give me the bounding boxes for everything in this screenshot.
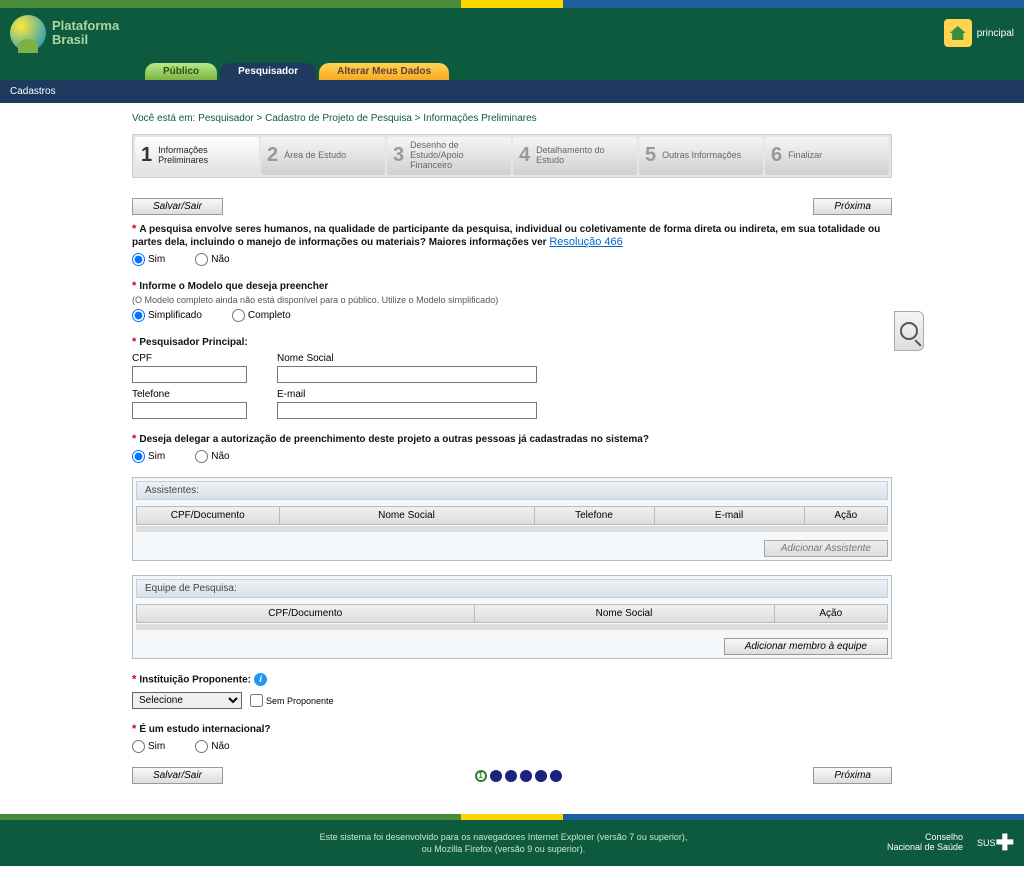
proxima-button-bottom[interactable]: Próxima (813, 767, 892, 784)
step-3[interactable]: 3Desenho de Estudo/Apoio Financeiro (387, 137, 511, 175)
resolucao-link[interactable]: Resolução 466 (549, 236, 622, 248)
pager-step-4[interactable] (520, 770, 532, 782)
top-stripe (0, 0, 1024, 8)
add-equipe-button[interactable]: Adicionar membro à equipe (724, 638, 888, 655)
subnav-cadastros[interactable]: Cadastros (0, 80, 1024, 103)
q3-label: Pesquisador Principal: (139, 337, 247, 348)
equipe-table-header: CPF/Documento Nome Social Ação (136, 604, 888, 623)
logo-icon (10, 15, 46, 51)
inst-label: Instituição Proponente: (139, 674, 251, 685)
equipe-title: Equipe de Pesquisa: (136, 579, 888, 598)
breadcrumb: Você está em: Pesquisador > Cadastro de … (132, 113, 892, 124)
home-button[interactable] (944, 19, 972, 47)
pager-step-1[interactable]: 1 (475, 770, 487, 782)
pager: 1 (475, 770, 562, 782)
sem-proponente-check[interactable]: Sem Proponente (250, 694, 334, 707)
brand-line2: Brasil (52, 33, 119, 47)
tab-pesquisador[interactable]: Pesquisador (220, 63, 316, 80)
q1-sim[interactable]: Sim (132, 253, 165, 266)
step-4[interactable]: 4Detalhamento do Estudo (513, 137, 637, 175)
pager-step-6[interactable] (550, 770, 562, 782)
proxima-button-top[interactable]: Próxima (813, 198, 892, 215)
intl-label: É um estudo internacional? (139, 724, 270, 735)
nome-label: Nome Social (277, 353, 537, 364)
header: Plataforma Brasil principal (0, 8, 1024, 58)
salvar-sair-button-top[interactable]: Salvar/Sair (132, 198, 223, 215)
q4-label: Deseja delegar a autorização de preenchi… (139, 434, 649, 445)
info-icon[interactable]: i (254, 673, 267, 686)
salvar-sair-button-bottom[interactable]: Salvar/Sair (132, 767, 223, 784)
brand-line1: Plataforma (52, 19, 119, 33)
nome-field[interactable] (277, 366, 537, 383)
assist-table-header: CPF/Documento Nome Social Telefone E-mai… (136, 506, 888, 525)
home-icon (950, 26, 966, 40)
cpf-field[interactable] (132, 366, 247, 383)
logo: Plataforma Brasil (10, 15, 119, 51)
pager-step-3[interactable] (505, 770, 517, 782)
panel-equipe: Equipe de Pesquisa: CPF/Documento Nome S… (132, 575, 892, 659)
step-1[interactable]: 1Informações Preliminares (135, 137, 259, 175)
q2-hint: (O Modelo completo ainda não está dispon… (132, 295, 892, 305)
magnify-icon (900, 322, 918, 340)
q2-completo[interactable]: Completo (232, 309, 291, 322)
zoom-handle[interactable] (894, 311, 924, 351)
q2-simplificado[interactable]: Simplificado (132, 309, 202, 322)
principal-label[interactable]: principal (977, 28, 1014, 39)
step-2[interactable]: 2Área de Estudo (261, 137, 385, 175)
nav-tabs: Público Pesquisador Alterar Meus Dados (0, 58, 1024, 80)
panel-assistentes: Assistentes: CPF/Documento Nome Social T… (132, 477, 892, 561)
q4-sim[interactable]: Sim (132, 450, 165, 463)
step-6[interactable]: 6Finalizar (765, 137, 889, 175)
step-5[interactable]: 5Outras Informações (639, 137, 763, 175)
telefone-label: Telefone (132, 389, 247, 400)
plus-icon: ✚ (996, 830, 1014, 856)
footer-line1: Este sistema foi desenvolvido para os na… (120, 831, 887, 844)
tab-alterar-dados[interactable]: Alterar Meus Dados (319, 63, 449, 80)
intl-nao[interactable]: Não (195, 740, 229, 753)
instituicao-select[interactable]: Selecione (132, 692, 242, 709)
q1-nao[interactable]: Não (195, 253, 229, 266)
q4-nao[interactable]: Não (195, 450, 229, 463)
email-field[interactable] (277, 402, 537, 419)
pager-step-5[interactable] (535, 770, 547, 782)
footer: Este sistema foi desenvolvido para os na… (0, 820, 1024, 866)
wizard-steps: 1Informações Preliminares 2Área de Estud… (132, 134, 892, 178)
tab-publico[interactable]: Público (145, 63, 217, 80)
telefone-field[interactable] (132, 402, 247, 419)
email-label: E-mail (277, 389, 537, 400)
pager-step-2[interactable] (490, 770, 502, 782)
intl-sim[interactable]: Sim (132, 740, 165, 753)
q2-label: Informe o Modelo que deseja preencher (139, 281, 328, 292)
q1-label: A pesquisa envolve seres humanos, na qua… (132, 224, 880, 248)
add-assistente-button[interactable]: Adicionar Assistente (764, 540, 888, 557)
cpf-label: CPF (132, 353, 247, 364)
assist-title: Assistentes: (136, 481, 888, 500)
footer-line2: ou Mozilla Firefox (versão 9 ou superior… (120, 843, 887, 856)
